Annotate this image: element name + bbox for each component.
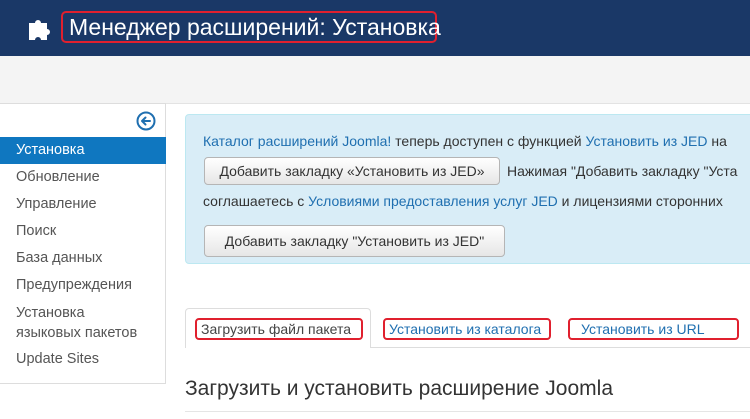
tab-baseline: [371, 347, 750, 348]
sidebar-item-update-sites[interactable]: Update Sites: [0, 346, 166, 373]
toolbar-area: [0, 56, 750, 104]
main-content: Каталог расширений Joomla! теперь доступ…: [185, 103, 750, 419]
notice-text-licenses: и лицензиями сторонних: [557, 193, 723, 209]
section-title: Загрузить и установить расширение Joomla: [185, 377, 613, 400]
sidebar-item-database[interactable]: База данных: [0, 245, 166, 272]
header-bar: Менеджер расширений: Установка: [0, 0, 750, 56]
notice-line-2: Нажимая "Добавить закладку "Уста: [507, 163, 738, 179]
tab-install-from-url[interactable]: Установить из URL: [568, 318, 739, 340]
notice-text: теперь доступен с функцией: [391, 133, 586, 149]
sidebar-item-install[interactable]: Установка: [0, 137, 166, 164]
sidebar-item-install-languages[interactable]: Установка языковых пакетов: [0, 299, 166, 346]
install-from-jed-link[interactable]: Установить из JED: [586, 133, 708, 149]
notice-text-agree: соглашаетесь с: [203, 193, 309, 209]
sidebar-item-discover[interactable]: Поиск: [0, 218, 166, 245]
section-divider: [185, 411, 750, 412]
jed-notice: Каталог расширений Joomla! теперь доступ…: [185, 114, 750, 264]
arrow-left-circle-icon[interactable]: [136, 111, 156, 131]
sidebar-item-label-line1: Установка: [16, 305, 85, 321]
notice-line-1: Каталог расширений Joomla! теперь доступ…: [203, 131, 727, 151]
add-jed-tab-button[interactable]: Добавить закладку «Установить из JED»: [204, 157, 500, 185]
sidebar-item-label-line2: языковых пакетов: [16, 325, 138, 341]
tab-install-from-catalog[interactable]: Установить из каталога: [383, 318, 551, 340]
notice-line-3: соглашаетесь с Условиями предоставления …: [203, 191, 723, 211]
notice-text-tail: на: [707, 133, 727, 149]
install-tabs: Загрузить файл пакета Установить из ката…: [185, 308, 750, 348]
sidebar-menu: Установка Обновление Управление Поиск Ба…: [0, 137, 166, 373]
sidebar-item-manage[interactable]: Управление: [0, 191, 166, 218]
sidebar-item-update[interactable]: Обновление: [0, 164, 166, 191]
jed-terms-link[interactable]: Условиями предоставления услуг JED: [308, 193, 558, 209]
sidebar: Установка Обновление Управление Поиск Ба…: [0, 103, 166, 384]
sidebar-item-warnings[interactable]: Предупреждения: [0, 272, 166, 299]
page-title: Менеджер расширений: Установка: [61, 11, 441, 43]
tab-upload-package-label[interactable]: Загрузить файл пакета: [195, 318, 363, 340]
add-jed-tab-button-secondary[interactable]: Добавить закладку "Установить из JED": [204, 225, 505, 257]
puzzle-icon: [29, 20, 50, 40]
jed-catalog-link[interactable]: Каталог расширений Joomla!: [203, 133, 391, 149]
